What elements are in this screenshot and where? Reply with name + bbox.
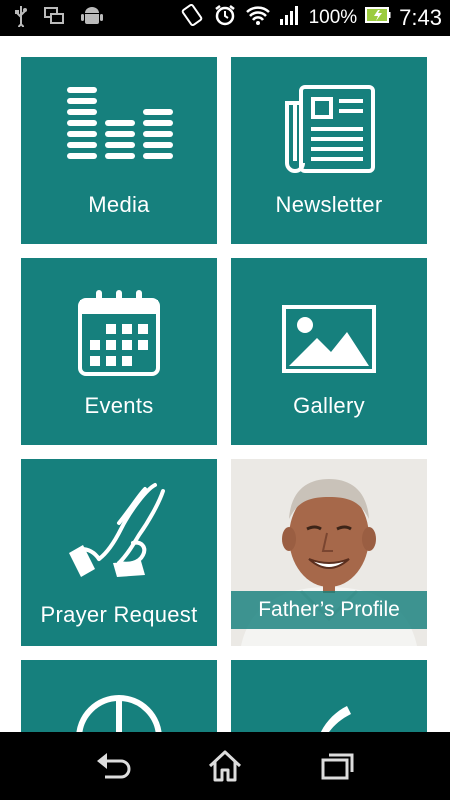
- image-icon: [231, 286, 427, 374]
- status-bar: 100% 7:43: [0, 0, 450, 36]
- battery-percent: 100%: [308, 7, 358, 28]
- newsletter-label: Newsletter: [275, 192, 383, 217]
- recent-apps-button[interactable]: [308, 746, 368, 786]
- partial-pen-icon: [231, 696, 427, 732]
- events-label: Events: [84, 393, 154, 418]
- prayer-request-tile[interactable]: Prayer Request: [21, 459, 217, 646]
- partial-tile-right[interactable]: [231, 660, 427, 732]
- media-tile[interactable]: Media: [21, 57, 217, 244]
- wifi-icon: [245, 4, 271, 32]
- partial-tile-left[interactable]: [21, 660, 217, 732]
- status-right-icons: 100% 7:43: [179, 3, 442, 33]
- partial-circle-icon: [21, 678, 217, 732]
- dashboard-grid: Media Newsletter Events Gallery Prayer R…: [0, 36, 450, 732]
- gallery-label: Gallery: [293, 393, 365, 418]
- android-icon: [80, 4, 104, 33]
- status-left-icons: [14, 4, 104, 33]
- media-bars-icon: [21, 85, 217, 165]
- prayer-request-label: Prayer Request: [40, 602, 198, 627]
- newsletter-tile[interactable]: Newsletter: [231, 57, 427, 244]
- fathers-profile-label: Father’s Profile: [231, 591, 427, 629]
- rotate-icon: [179, 3, 205, 33]
- praying-hands-icon: [21, 479, 217, 579]
- signal-icon: [279, 4, 301, 32]
- battery-icon: [365, 5, 391, 31]
- calendar-icon: [21, 286, 217, 380]
- recent-apps-icon: [321, 753, 354, 780]
- clock: 7:43: [399, 5, 442, 30]
- alarm-icon: [213, 3, 237, 33]
- media-label: Media: [88, 192, 150, 217]
- back-button[interactable]: [82, 746, 142, 786]
- home-icon: [208, 750, 242, 782]
- navigation-bar: [0, 732, 450, 800]
- screen-mirror-icon: [44, 6, 64, 30]
- newspaper-icon: [231, 85, 427, 179]
- home-button[interactable]: [195, 746, 255, 786]
- usb-icon: [14, 5, 28, 32]
- gallery-tile[interactable]: Gallery: [231, 258, 427, 445]
- fathers-profile-tile[interactable]: Father’s Profile: [231, 459, 427, 646]
- events-tile[interactable]: Events: [21, 258, 217, 445]
- back-icon: [97, 753, 131, 779]
